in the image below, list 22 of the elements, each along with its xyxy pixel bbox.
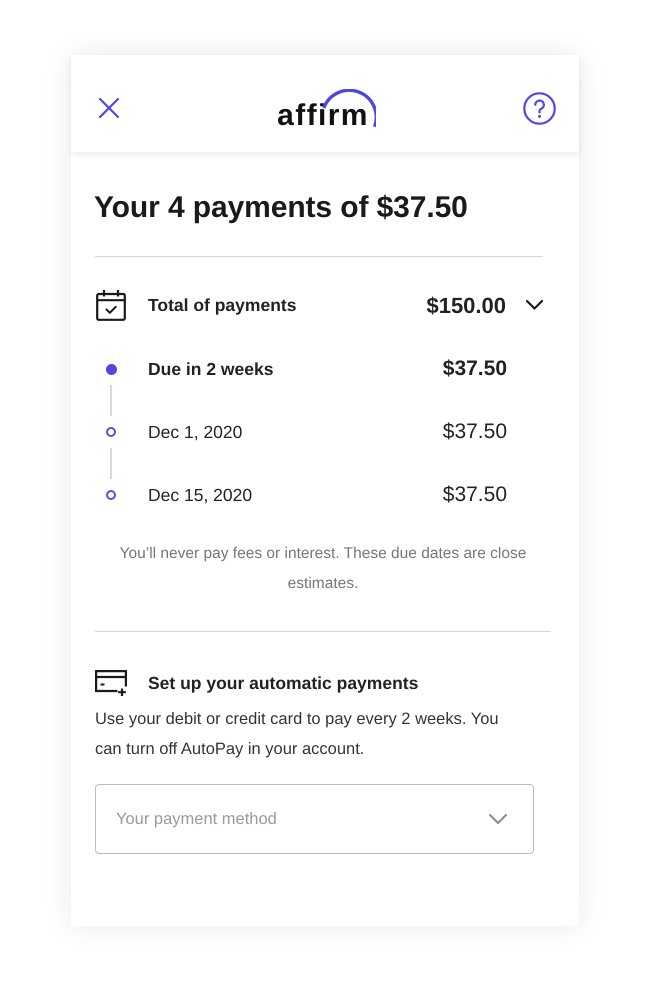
payment-due-label: Dec 1, 2020 [148, 421, 244, 444]
chevron-down-icon [489, 814, 507, 824]
payment-amount: $37.50 [442, 420, 507, 444]
payment-method-field[interactable]: Your payment method [95, 784, 534, 854]
close-icon[interactable] [98, 97, 120, 119]
timeline-connector [110, 385, 112, 416]
page-title: Your 4 payments of $37.50 [94, 191, 469, 225]
help-icon[interactable] [523, 92, 556, 124]
timeline-connector [110, 448, 112, 479]
calendar-check-icon [96, 289, 126, 321]
total-amount: $150.00 [426, 292, 506, 320]
autopay-heading: Set up your automatic payments [148, 672, 418, 695]
disclaimer-text: You’ll never pay fees or interest. These due dates are close estimates. [118, 544, 528, 594]
payment-amount: $37.50 [442, 483, 507, 507]
payment-due-label: Dec 15, 2020 [148, 484, 254, 507]
chevron-down-icon[interactable] [526, 300, 543, 310]
payment-amount: $37.50 [442, 357, 507, 381]
autopay-description: Use your debit or credit card to pay every 2 weeks. You can turn off AutoPay in your account. [95, 709, 500, 760]
total-label: Total of payments [148, 294, 298, 317]
payment-due-label: Due in 2 weeks [148, 358, 274, 381]
card-plus-icon [95, 670, 127, 696]
brand-logo: affirm [277, 89, 376, 131]
